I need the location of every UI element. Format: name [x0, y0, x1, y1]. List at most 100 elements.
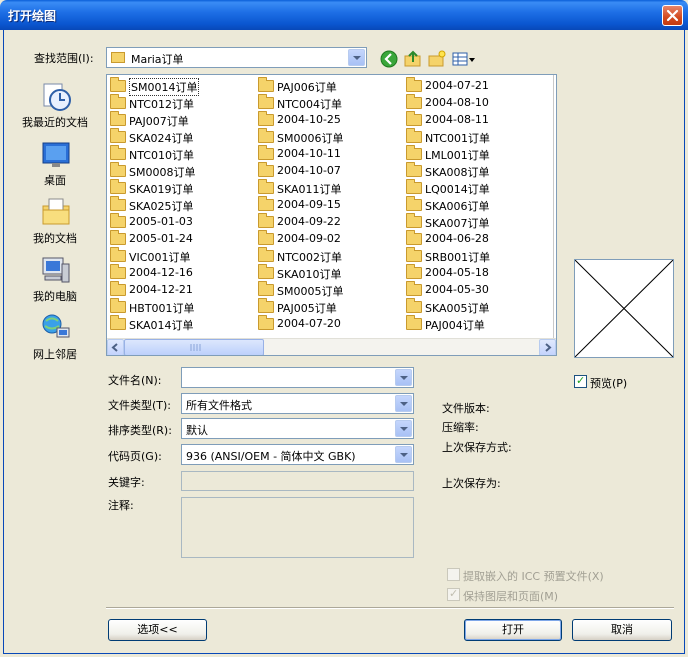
file-name: SKA006订单 [425, 200, 490, 213]
filename-input[interactable] [181, 367, 414, 388]
file-name: NTC010订单 [129, 149, 194, 162]
file-name: 2004-12-16 [129, 266, 193, 279]
folder-icon [110, 230, 126, 245]
file-name: NTC002订单 [277, 251, 342, 264]
my-documents-icon [42, 198, 70, 225]
close-icon [666, 9, 679, 22]
check-icon: ✓ [576, 374, 586, 387]
file-name: PAJ005订单 [277, 302, 337, 315]
chevron-down-icon[interactable] [395, 395, 412, 412]
folder-icon [110, 213, 126, 228]
place-my-documents-label: 我的文档 [33, 232, 77, 245]
file-name: 2004-10-07 [277, 164, 341, 177]
new-folder-icon[interactable] [428, 50, 446, 68]
folder-icon [258, 128, 274, 143]
sorttype-select[interactable]: 默认 [181, 418, 414, 439]
open-button[interactable]: 打开 [464, 619, 562, 641]
file-name: HBT001订单 [129, 302, 195, 315]
codepage-select[interactable]: 936 (ANSI/OEM - 简体中文 GBK) [181, 444, 414, 465]
chevron-down-icon[interactable] [395, 420, 412, 437]
folder-icon [406, 145, 422, 160]
notes-field [181, 497, 414, 558]
my-computer-icon [42, 257, 70, 283]
file-name: 2004-12-21 [129, 283, 193, 296]
file-name: SKA011订单 [277, 183, 342, 196]
place-my-computer[interactable]: 我的电脑 [11, 254, 99, 312]
preview-checkbox[interactable]: ✓ [574, 374, 587, 388]
lookin-value: Maria订单 [131, 53, 184, 66]
filetype-select[interactable]: 所有文件格式 [181, 393, 414, 414]
folder-icon [406, 77, 422, 92]
place-network[interactable]: 网上邻居 [11, 312, 99, 370]
file-name: SKA024订单 [129, 132, 194, 145]
place-desktop[interactable]: 桌面 [11, 138, 99, 196]
folder-icon [258, 247, 274, 262]
folder-icon [110, 179, 126, 194]
file-name: 2004-07-20 [277, 317, 341, 330]
file-name: LML001订单 [425, 149, 490, 162]
file-name: SRB001订单 [425, 251, 491, 264]
notes-label: 注释: [108, 499, 134, 512]
recent-documents-icon [43, 83, 71, 111]
chevron-down-icon[interactable] [395, 446, 412, 463]
close-button[interactable] [662, 5, 683, 26]
file-list[interactable]: SM0014订单 NTC012订单 PAJ007订单 SKA024订单 NTC010订单… [106, 74, 557, 356]
compression-label: 压缩率: [442, 421, 479, 434]
folder-icon [258, 145, 274, 160]
file-name: 2004-08-11 [425, 113, 489, 126]
last-saved-method-label: 上次保存方式: [442, 441, 512, 454]
file-name: VIC001订单 [129, 251, 191, 264]
folder-icon [110, 111, 126, 126]
up-folder-icon[interactable] [404, 50, 422, 68]
file-name: PAJ007订单 [129, 115, 189, 128]
folder-icon [406, 281, 422, 296]
cancel-button[interactable]: 取消 [572, 619, 672, 641]
file-name: 2004-05-30 [425, 283, 489, 296]
scroll-right-button[interactable] [539, 339, 556, 355]
filename-label: 文件名(N): [108, 374, 162, 387]
back-icon[interactable] [380, 50, 398, 68]
chevron-down-icon[interactable] [395, 369, 412, 386]
codepage-label: 代码页(G): [108, 450, 162, 463]
folder-icon [406, 128, 422, 143]
folder-icon [258, 230, 274, 245]
scroll-thumb[interactable] [124, 339, 264, 355]
lookin-combo[interactable]: Maria订单 [106, 47, 367, 68]
horizontal-scrollbar[interactable] [107, 338, 556, 355]
folder-icon [110, 247, 126, 262]
keywords-label: 关键字: [108, 476, 145, 489]
file-name: 2004-10-11 [277, 147, 341, 160]
options-button[interactable]: 选项<< [108, 619, 207, 641]
file-name: PAJ004订单 [425, 319, 485, 332]
place-my-documents[interactable]: 我的文档 [11, 196, 99, 254]
file-name: 2004-07-21 [425, 79, 489, 92]
chevron-down-icon[interactable] [348, 49, 365, 66]
folder-icon [406, 179, 422, 194]
scroll-left-button[interactable] [107, 339, 124, 355]
last-saved-as-label: 上次保存为: [442, 477, 501, 490]
file-name: SM0008订单 [129, 166, 196, 179]
file-name: NTC004订单 [277, 98, 342, 111]
title-bar[interactable]: 打开绘图 [0, 0, 688, 30]
filetype-label: 文件类型(T): [108, 399, 172, 412]
column-edge [553, 75, 556, 339]
view-menu-icon[interactable] [452, 50, 476, 68]
folder-icon [258, 77, 274, 92]
file-version-label: 文件版本: [442, 402, 490, 415]
dialog-body: 查找范围(I): Maria订单 我最近的文档 桌面 我的文档 我的电脑 网上邻… [3, 30, 685, 654]
file-name: LQ0014订单 [425, 183, 490, 196]
icc-label: 提取嵌入的 ICC 预置文件(X) [463, 570, 604, 583]
folder-icon [258, 162, 274, 177]
folder-icon [406, 298, 422, 313]
place-recent-label: 我最近的文档 [22, 116, 88, 129]
preview-pane [574, 259, 674, 358]
file-name: SKA025订单 [129, 200, 194, 213]
place-my-computer-label: 我的电脑 [33, 290, 77, 303]
filetype-value: 所有文件格式 [186, 399, 252, 412]
folder-icon [406, 196, 422, 211]
window-title: 打开绘图 [8, 9, 57, 23]
sorttype-value: 默认 [186, 424, 208, 437]
file-name: SM0006订单 [277, 132, 344, 145]
place-recent[interactable]: 我最近的文档 [11, 80, 99, 138]
folder-icon [258, 281, 274, 296]
